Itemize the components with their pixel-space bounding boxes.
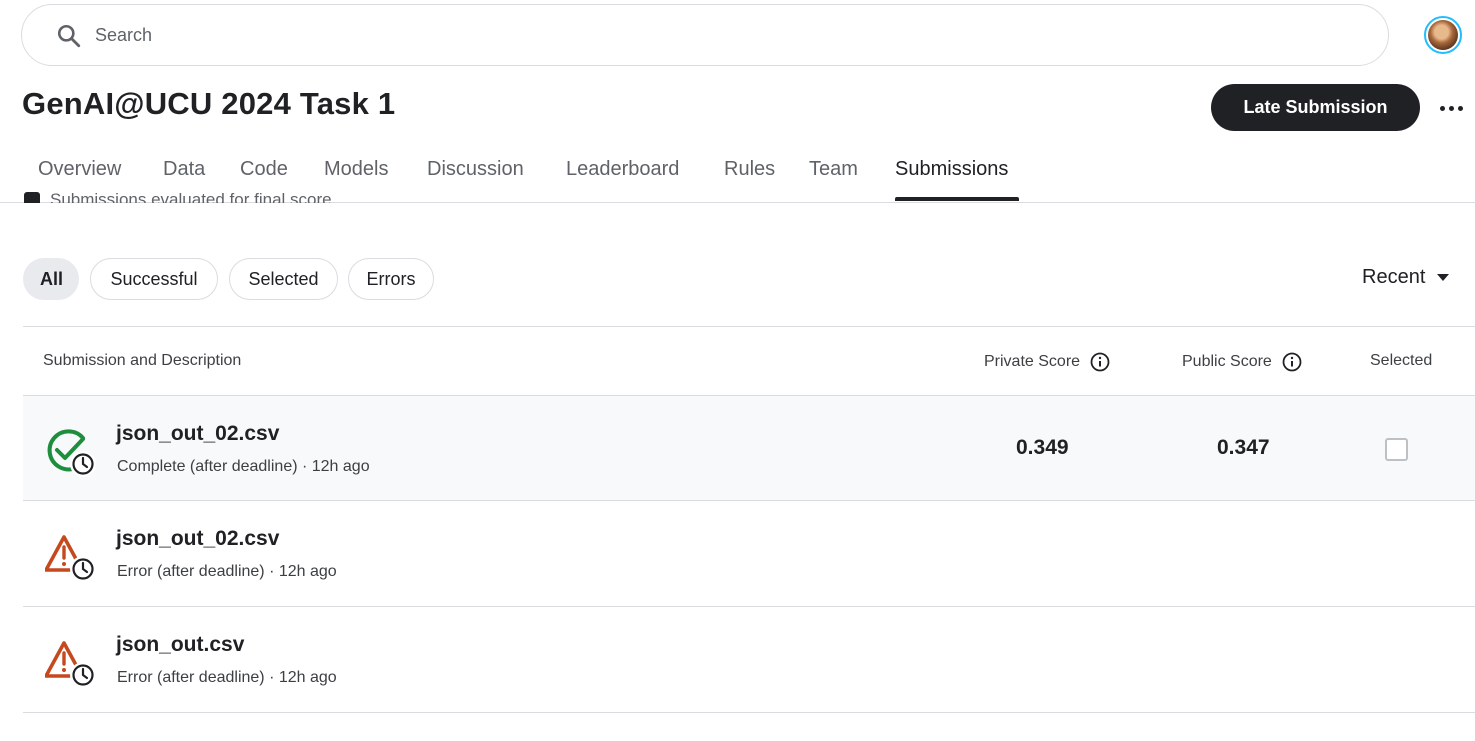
submission-description: Error (after deadline) · 12h ago <box>117 669 337 686</box>
avatar[interactable] <box>1424 16 1462 54</box>
header-public-label: Public Score <box>1182 353 1272 370</box>
page-title: GenAI@UCU 2024 Task 1 <box>22 86 396 121</box>
filter-selected[interactable]: Selected <box>229 258 338 300</box>
table-row[interactable]: json_out_02.csv Error (after deadline) ·… <box>23 501 1475 607</box>
more-options-button[interactable] <box>1434 92 1468 124</box>
check-circle-icon <box>47 429 96 477</box>
checkbox-icon <box>24 192 40 203</box>
filter-successful[interactable]: Successful <box>90 258 218 300</box>
more-horizontal-icon <box>1439 105 1445 111</box>
sort-label: Recent <box>1362 266 1426 288</box>
header-public-score: Public Score <box>1182 352 1302 372</box>
tab-data[interactable]: Data <box>163 158 205 181</box>
tab-rules[interactable]: Rules <box>724 158 775 181</box>
avatar-image <box>1428 20 1458 50</box>
final-score-label: Submissions evaluated for final score <box>50 190 332 203</box>
search-bar[interactable] <box>21 4 1389 66</box>
more-dot <box>1448 105 1454 111</box>
tab-team[interactable]: Team <box>809 158 858 181</box>
final-score-filter-clipped: Submissions evaluated for final score <box>24 189 424 203</box>
header-submission: Submission and Description <box>43 352 241 370</box>
table-row[interactable]: json_out_02.csv Complete (after deadline… <box>23 395 1475 501</box>
header-submission-label: Submission and Description <box>43 352 242 369</box>
more-dot <box>1457 105 1463 111</box>
tab-models[interactable]: Models <box>324 158 388 181</box>
select-checkbox[interactable] <box>1385 438 1408 461</box>
info-icon[interactable] <box>1282 352 1302 372</box>
submission-filename[interactable]: json_out_02.csv <box>116 422 279 446</box>
submission-description: Complete (after deadline) · 12h ago <box>117 458 370 475</box>
active-tab-indicator <box>895 197 1019 201</box>
warning-triangle-icon <box>45 535 96 582</box>
search-input[interactable] <box>95 5 1355 65</box>
submission-filename[interactable]: json_out_02.csv <box>116 527 279 551</box>
search-icon <box>57 24 81 48</box>
table-row[interactable]: json_out.csv Error (after deadline) · 12… <box>23 607 1475 713</box>
warning-triangle-icon <box>45 641 96 688</box>
header-selected: Selected <box>1370 352 1432 370</box>
filter-errors[interactable]: Errors <box>348 258 434 300</box>
submission-description: Error (after deadline) · 12h ago <box>117 563 337 580</box>
tab-submissions[interactable]: Submissions <box>895 158 1008 181</box>
table-divider <box>23 326 1475 327</box>
tab-overview[interactable]: Overview <box>38 158 121 181</box>
tab-code[interactable]: Code <box>240 158 288 181</box>
public-score: 0.347 <box>1217 436 1270 459</box>
private-score: 0.349 <box>1016 436 1069 459</box>
header-private-score: Private Score <box>984 352 1110 372</box>
sort-dropdown[interactable]: Recent <box>1362 266 1450 289</box>
header-private-label: Private Score <box>984 353 1081 370</box>
caret-down-icon <box>1437 274 1450 281</box>
submission-filename[interactable]: json_out.csv <box>116 633 244 657</box>
tab-leaderboard[interactable]: Leaderboard <box>566 158 679 181</box>
late-submission-button[interactable]: Late Submission <box>1211 84 1420 131</box>
filter-all[interactable]: All <box>23 258 79 300</box>
info-icon[interactable] <box>1090 352 1110 372</box>
header-selected-label: Selected <box>1370 352 1433 369</box>
tab-discussion[interactable]: Discussion <box>427 158 524 181</box>
